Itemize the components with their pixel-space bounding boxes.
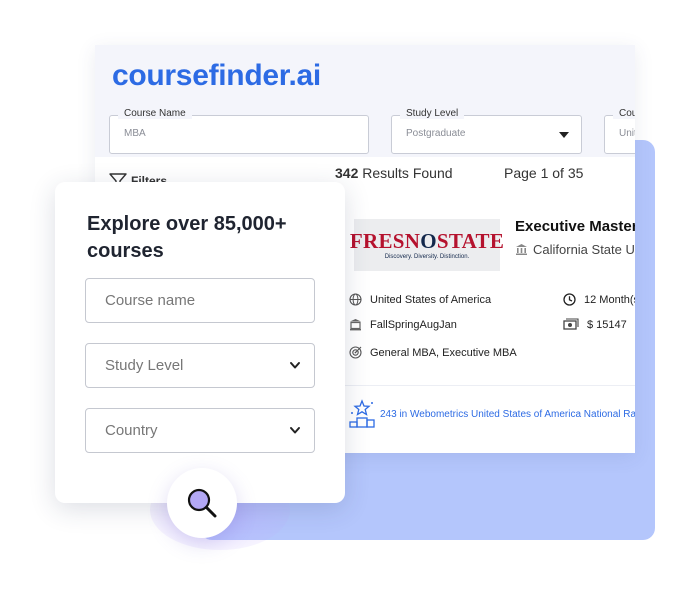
country-value: Unit — [619, 128, 635, 139]
study-level-label: Study Level — [400, 108, 465, 119]
course-intakes: FallSpringAugJan — [349, 318, 457, 331]
explore-heading: Explore over 85,000+ courses — [87, 213, 287, 262]
course-name-field[interactable]: Course Name MBA — [109, 108, 369, 154]
trophy-icon — [349, 399, 375, 428]
country-label: Cou — [613, 108, 635, 119]
country-placeholder: Country — [105, 422, 158, 439]
search-icon — [187, 488, 217, 518]
ranking-bar: 243 in Webometrics United States of Amer… — [345, 385, 635, 440]
course-duration: 12 Month(s) — [563, 293, 635, 306]
course-card[interactable]: FRESNOSTATE Discovery. Diversity. Distin… — [345, 203, 635, 383]
clock-icon — [563, 293, 576, 306]
page-info: Page 1 of 35 — [504, 165, 584, 181]
study-level-placeholder: Study Level — [105, 357, 184, 374]
money-icon — [563, 318, 579, 330]
target-icon — [349, 346, 362, 359]
calendar-icon — [350, 319, 361, 331]
course-name-label: Course Name — [118, 108, 192, 119]
caret-down-icon — [559, 132, 569, 138]
results-count: 342 Results Found — [335, 165, 453, 181]
university-logo-wordmark: FRESNOSTATE — [349, 229, 505, 253]
results-label: Results Found — [362, 165, 453, 181]
university-name: California State Uni — [515, 242, 635, 257]
chevron-down-icon — [290, 362, 300, 369]
course-specialization: General MBA, Executive MBA — [349, 346, 517, 359]
country-select[interactable]: Cou Unit — [604, 108, 635, 154]
results-number: 342 — [335, 165, 359, 181]
chevron-down-icon — [290, 427, 300, 434]
university-logo: FRESNOSTATE Discovery. Diversity. Distin… — [350, 219, 504, 271]
course-country: United States of America — [349, 293, 491, 306]
search-button[interactable] — [167, 468, 237, 538]
course-name-value: MBA — [124, 128, 146, 139]
country-dropdown[interactable]: Country — [85, 408, 315, 453]
course-name-placeholder: Course name — [105, 292, 196, 309]
building-icon — [516, 244, 527, 255]
explore-search-card: Explore over 85,000+ courses Course name… — [55, 182, 345, 503]
university-logo-tagline: Discovery. Diversity. Distinction. — [384, 254, 470, 260]
top-search-bar: coursefinder.ai Course Name MBA Study Le… — [95, 45, 635, 157]
study-level-dropdown[interactable]: Study Level — [85, 343, 315, 388]
ranking-text[interactable]: 243 in Webometrics United States of Amer… — [380, 409, 635, 420]
course-fee: $ 15147 — [563, 318, 627, 331]
globe-icon — [349, 293, 362, 306]
brand-logo[interactable]: coursefinder.ai — [112, 59, 321, 93]
study-level-select[interactable]: Study Level Postgraduate — [391, 108, 582, 154]
study-level-value: Postgraduate — [406, 128, 466, 139]
course-name-input[interactable]: Course name — [85, 278, 315, 323]
course-title[interactable]: Executive Masters — [515, 218, 635, 235]
